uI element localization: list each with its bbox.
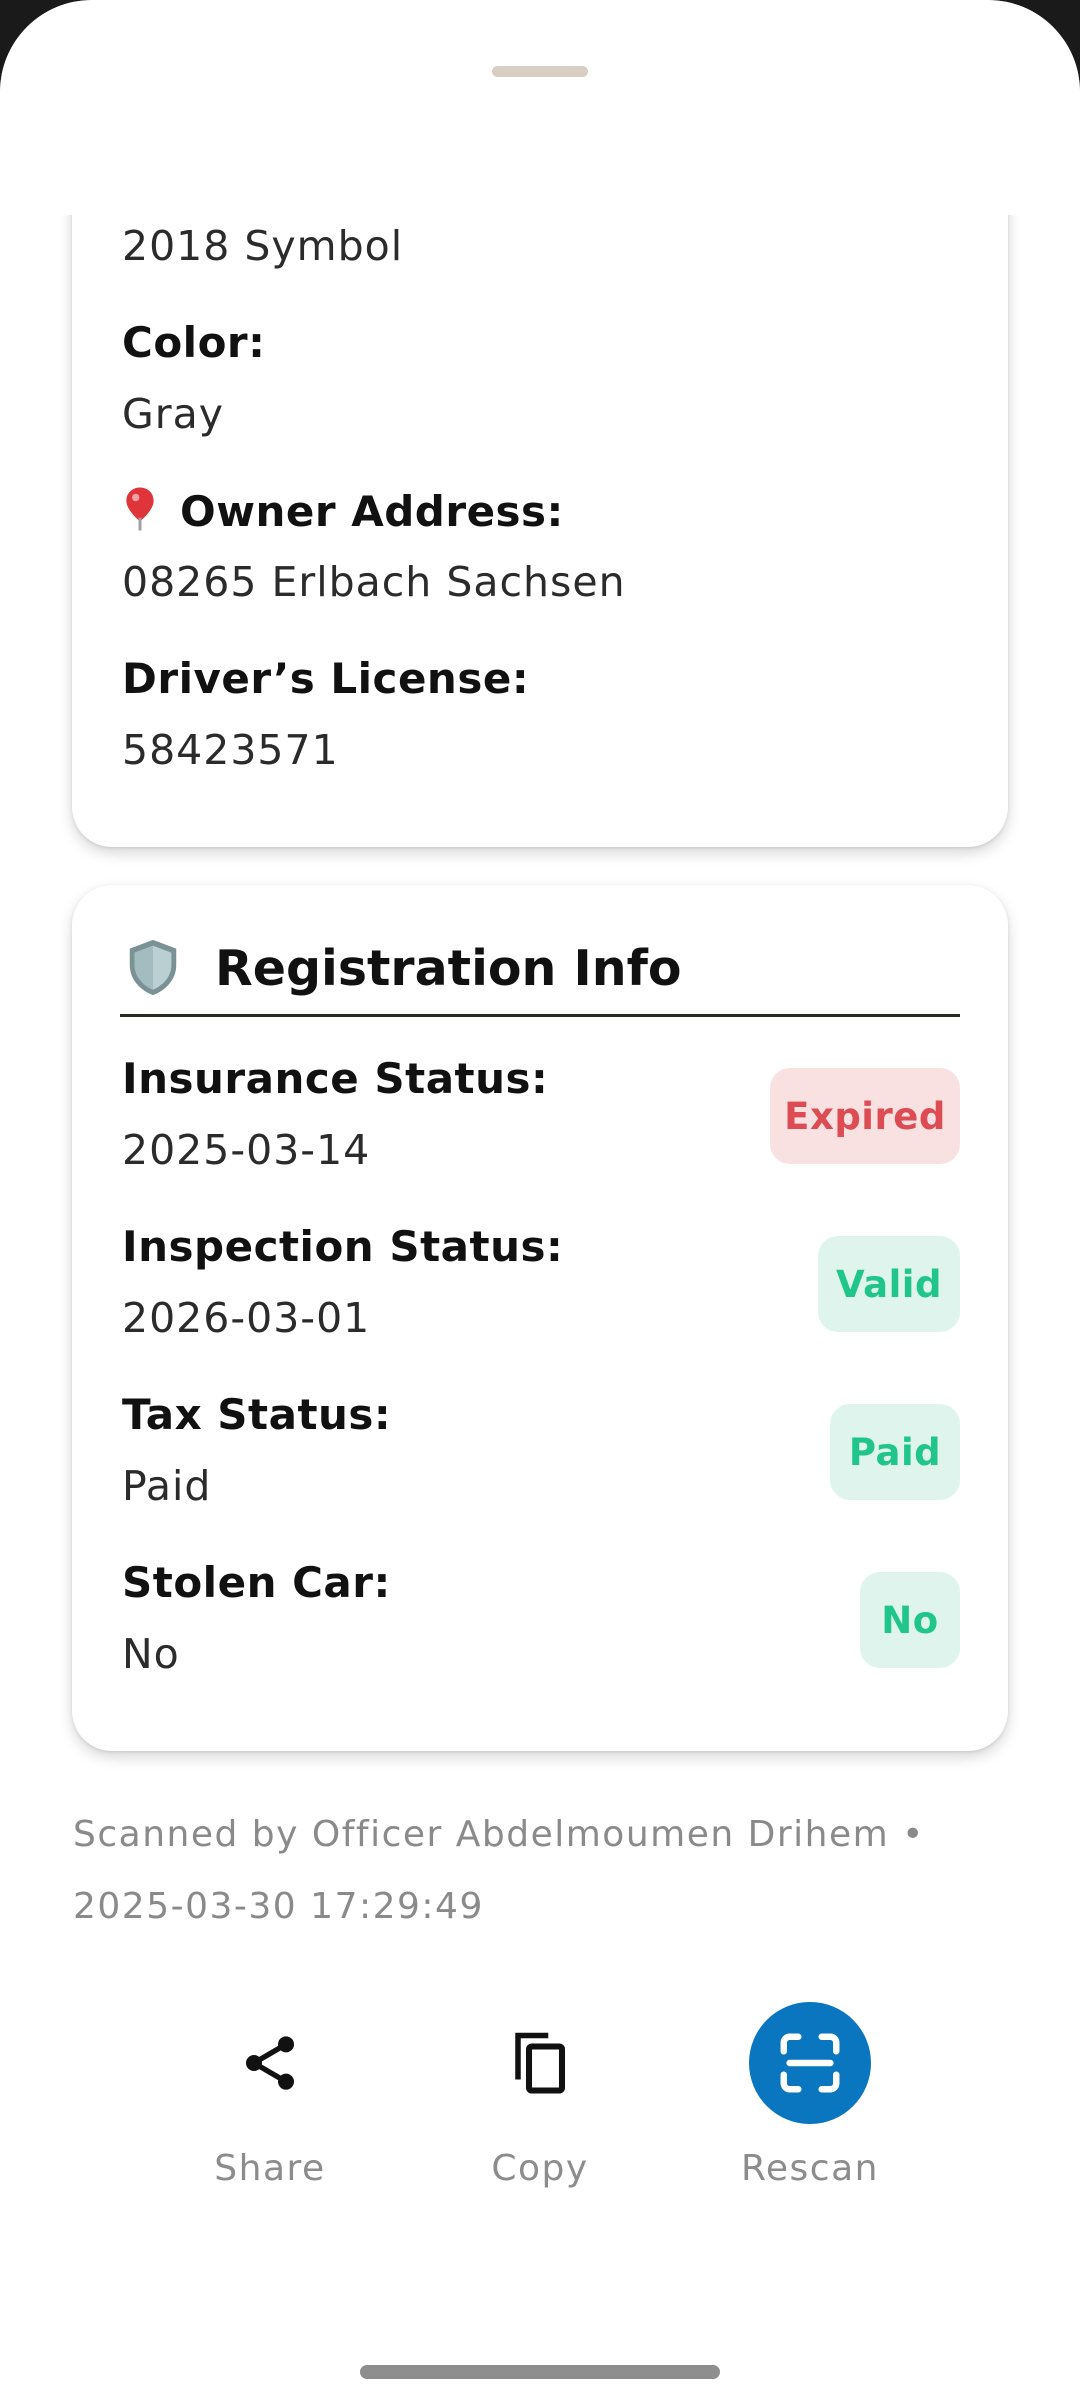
share-button[interactable]: Share — [190, 2000, 350, 2189]
rescan-button[interactable]: Rescan — [730, 2000, 890, 2189]
copy-icon — [515, 2032, 566, 2094]
model-value: 2018 Symbol — [122, 222, 404, 270]
home-indicator[interactable] — [360, 2365, 720, 2379]
owner-address-label: Owner Address: — [180, 487, 564, 536]
rescan-circle — [749, 2002, 871, 2124]
bottom-sheet: 2018 Symbol Color: Gray Owner Address: 0… — [0, 0, 1080, 2400]
insurance-status-label: Insurance Status: — [122, 1054, 549, 1103]
owner-address-value: 08265 Erlbach Sachsen — [122, 558, 626, 606]
inspection-status-value: 2026-03-01 — [122, 1294, 371, 1342]
copy-label: Copy — [491, 2148, 589, 2189]
insurance-status-badge: Expired — [770, 1068, 960, 1164]
title-divider — [120, 1014, 960, 1017]
tax-status-value: Paid — [122, 1462, 212, 1510]
scanned-timestamp: 2025-03-30 17:29:49 — [73, 1886, 484, 1927]
insurance-status-value: 2025-03-14 — [122, 1126, 371, 1174]
owner-address-label-row: Owner Address: — [122, 486, 564, 536]
color-value: Gray — [122, 390, 225, 438]
location-pin-icon — [126, 487, 154, 531]
stolen-car-value: No — [122, 1630, 180, 1678]
drivers-license-value: 58423571 — [122, 726, 339, 774]
stolen-car-badge: No — [860, 1572, 960, 1668]
shield-icon — [129, 939, 177, 996]
tax-status-badge: Paid — [830, 1404, 960, 1500]
share-label: Share — [214, 2148, 326, 2189]
inspection-status-badge: Valid — [818, 1236, 960, 1332]
color-label: Color: — [122, 318, 266, 367]
registration-title: Registration Info — [215, 940, 682, 997]
share-icon — [246, 2036, 294, 2090]
sheet-header — [0, 0, 1080, 215]
tax-status-label: Tax Status: — [122, 1390, 392, 1439]
inspection-status-label: Inspection Status: — [122, 1222, 564, 1271]
rescan-label: Rescan — [741, 2148, 879, 2189]
drag-handle[interactable] — [492, 66, 588, 77]
copy-button[interactable]: Copy — [460, 2000, 620, 2189]
stolen-car-label: Stolen Car: — [122, 1558, 391, 1607]
scan-icon — [780, 2033, 840, 2093]
scanned-by-text: Scanned by Officer Abdelmoumen Drihem • — [73, 1814, 925, 1855]
drivers-license-label: Driver’s License: — [122, 654, 530, 703]
